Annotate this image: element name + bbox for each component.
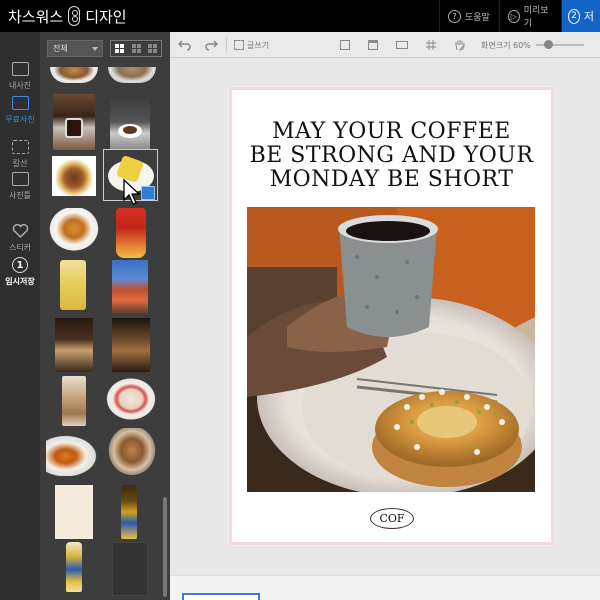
photo-thumbnail[interactable] <box>50 67 98 83</box>
align-icon <box>368 40 378 50</box>
undo-button[interactable] <box>178 32 192 58</box>
text-tool-label: 글쓰기 <box>247 40 270 50</box>
category-select[interactable]: 전체 <box>47 40 103 57</box>
preview-button[interactable]: ▷ 미리보기 <box>499 0 561 32</box>
resize-icon <box>396 41 408 49</box>
nav-label: 임시저장 <box>5 277 35 286</box>
nav-label: 무료사진 <box>5 114 35 124</box>
camera-icon <box>11 61 29 76</box>
photo-thumbnail[interactable] <box>112 260 148 314</box>
redo-button[interactable] <box>204 32 218 58</box>
heart-icon <box>12 223 28 238</box>
photo-thumbnail[interactable] <box>55 485 93 539</box>
photo-thumbnail[interactable] <box>104 376 158 422</box>
photo-thumbnail[interactable] <box>121 485 137 539</box>
help-icon: ? <box>448 9 461 23</box>
mouse-cursor-icon <box>123 178 141 205</box>
frame-icon <box>11 171 29 186</box>
large-view-button[interactable] <box>144 41 161 56</box>
free-photo-icon <box>11 95 29 110</box>
text-tool-button[interactable]: 글쓰기 <box>234 32 269 58</box>
nav-frames[interactable]: 사진틀 <box>0 160 40 212</box>
medium-view-button[interactable] <box>128 41 145 56</box>
photo-thumbnail[interactable] <box>52 156 96 196</box>
zoom-value: 60% <box>513 40 531 50</box>
chevron-down-icon <box>92 47 98 51</box>
logo-mark-icon <box>68 6 81 26</box>
page-thumbnail[interactable] <box>182 593 260 600</box>
photo-thumbnail[interactable] <box>108 67 156 83</box>
grid-icon <box>114 44 124 53</box>
grid-icon <box>148 44 158 53</box>
grid-button[interactable] <box>426 32 436 58</box>
nav-label: 사진틀 <box>8 190 32 200</box>
add-photo-icon <box>141 186 155 200</box>
logo-text-right: 디자인 <box>85 7 127 26</box>
photo-thumbnail[interactable] <box>66 542 82 592</box>
coffee-photo-image <box>247 207 535 492</box>
toolbar-divider <box>226 38 227 52</box>
save-label: 저 <box>583 10 594 23</box>
grid-view-button[interactable] <box>111 41 128 56</box>
document-icon <box>340 40 350 50</box>
save-step-button[interactable]: 2 저 <box>561 0 600 32</box>
photo-thumbnail[interactable] <box>60 260 86 310</box>
photo-thumbnail[interactable] <box>116 208 146 258</box>
photo-panel: 전체 <box>40 32 170 600</box>
hand-tool-button[interactable] <box>454 32 466 58</box>
photo-thumbnail[interactable] <box>55 318 93 372</box>
quote-line: MAY YOUR COFFEE <box>272 119 511 144</box>
help-label: 도움말 <box>465 12 490 23</box>
help-button[interactable]: ? 도움말 <box>439 0 499 32</box>
app-logo[interactable]: 차스워스 디자인 <box>0 0 127 32</box>
photo-thumbnail[interactable] <box>112 318 150 372</box>
step-number-icon: 2 <box>568 8 580 24</box>
align-button[interactable] <box>368 32 378 58</box>
panel-header: 전체 <box>40 32 170 64</box>
photo-thumbnail[interactable] <box>53 94 95 150</box>
play-icon: ▷ <box>508 9 520 23</box>
category-select-value: 전체 <box>53 44 68 53</box>
hand-icon <box>455 40 465 51</box>
photo-thumbnail[interactable] <box>112 542 148 596</box>
quote-text[interactable]: MAY YOUR COFFEE BE STRONG AND YOUR MONDA… <box>232 120 551 192</box>
resize-button[interactable] <box>396 32 408 58</box>
photo-thumbnail[interactable] <box>46 432 102 476</box>
app-window: 차스워스 디자인 ? 도움말 ▷ 미리보기 2 저 내사진 무료사진 칼선 사진… <box>0 0 600 600</box>
photo-thumbnail[interactable] <box>106 428 158 478</box>
undo-icon <box>178 40 191 51</box>
page-strip <box>170 575 600 600</box>
preview-label: 미리보기 <box>523 6 549 29</box>
panel-scrollbar[interactable] <box>163 497 167 597</box>
zoom-label: 화면크기 60% <box>481 32 531 58</box>
top-bar: 차스워스 디자인 ? 도움말 ▷ 미리보기 2 저 <box>0 0 600 32</box>
layer-button[interactable] <box>340 32 350 58</box>
quote-line: BE STRONG AND YOUR <box>249 143 534 168</box>
grid-icon <box>131 44 141 53</box>
left-nav: 내사진 무료사진 칼선 사진틀 스티커 1 임시저장 <box>0 32 40 600</box>
redo-icon <box>205 40 218 51</box>
design-page[interactable]: MAY YOUR COFFEE BE STRONG AND YOUR MONDA… <box>229 87 554 545</box>
view-toggle <box>110 40 162 57</box>
logo-text-left: 차스워스 <box>8 7 64 26</box>
photo-thumbnail[interactable] <box>62 376 86 426</box>
photo-thumbnail[interactable] <box>46 208 102 254</box>
zoom-slider-handle[interactable] <box>544 40 553 49</box>
cut-line-icon <box>11 139 29 154</box>
step-number-icon: 1 <box>12 257 28 273</box>
text-box-icon <box>234 40 244 50</box>
brand-badge[interactable]: COF <box>370 508 414 529</box>
grid-lines-icon <box>426 40 436 50</box>
zoom-label-text: 화면크기 <box>481 40 511 50</box>
photo-thumbnail[interactable] <box>110 94 150 150</box>
nav-temp-save[interactable]: 1 임시저장 <box>0 246 40 298</box>
coffee-photo[interactable] <box>247 207 535 492</box>
quote-line: MONDAY BE SHORT <box>269 167 514 192</box>
